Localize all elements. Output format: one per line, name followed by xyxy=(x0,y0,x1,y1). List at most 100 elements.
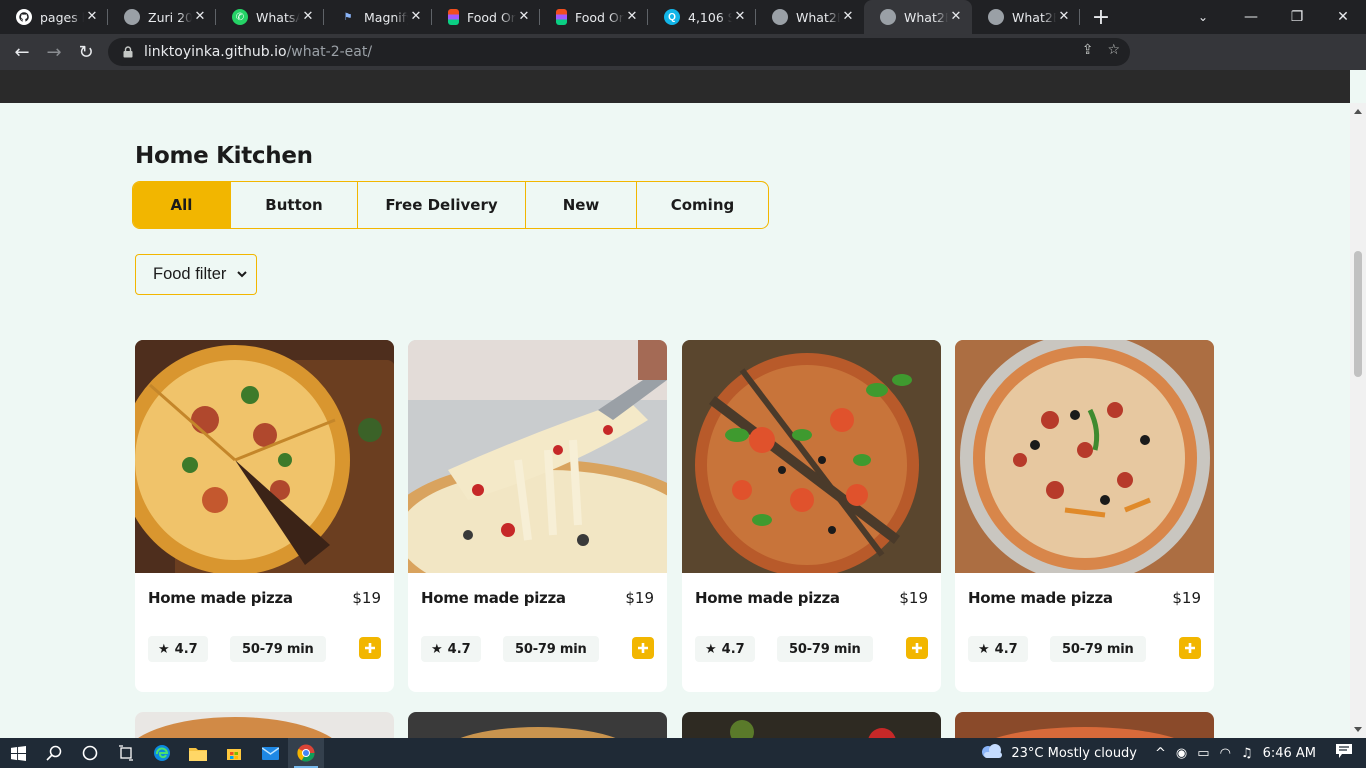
star-icon: ★ xyxy=(978,641,990,657)
new-tab-button[interactable]: + xyxy=(1086,0,1116,34)
search-icon[interactable] xyxy=(36,738,72,768)
mail-icon[interactable] xyxy=(252,738,288,768)
browser-tab[interactable]: ⚑ Magnify ✕ xyxy=(324,0,432,34)
forward-arrow-icon[interactable]: → xyxy=(38,36,70,68)
food-card[interactable]: Home made pizza $19 ★ 4.7 50-79 min xyxy=(682,340,941,692)
add-to-cart-button[interactable] xyxy=(359,637,381,659)
windows-start-icon[interactable] xyxy=(0,738,36,768)
close-icon[interactable]: ✕ xyxy=(408,9,424,25)
figma-icon xyxy=(556,9,567,25)
page-viewport: Home Kitchen All Button Free Delivery Ne… xyxy=(0,70,1350,738)
rating-value: 4.7 xyxy=(721,641,745,657)
close-icon[interactable]: ✕ xyxy=(624,9,640,25)
cortana-icon[interactable] xyxy=(72,738,108,768)
browser-tab-active[interactable]: What2Eat ✕ xyxy=(864,0,972,34)
github-icon xyxy=(16,9,32,25)
tab-title: pages built xyxy=(40,9,84,25)
add-to-cart-button[interactable] xyxy=(1179,637,1201,659)
rating-value: 4.7 xyxy=(174,641,198,657)
pizza-image xyxy=(682,712,941,738)
edge-icon[interactable] xyxy=(144,738,180,768)
food-card[interactable]: Home made pizza $19 ★ 4.7 50-79 min xyxy=(955,340,1214,692)
food-card[interactable] xyxy=(408,712,667,738)
food-name: Home made pizza xyxy=(421,589,566,607)
bookmark-star-icon[interactable]: ☆ xyxy=(1107,42,1120,58)
filter-tab-coming[interactable]: Coming xyxy=(637,182,768,228)
close-icon[interactable]: ✕ xyxy=(840,9,856,25)
food-card[interactable] xyxy=(955,712,1214,738)
filter-tab-button[interactable]: Button xyxy=(231,182,358,228)
browser-tab[interactable]: Food Order ✕ xyxy=(540,0,648,34)
chrome-icon[interactable] xyxy=(288,738,324,768)
close-icon[interactable]: ✕ xyxy=(300,9,316,25)
delivery-time-badge: 50-79 min xyxy=(777,636,873,662)
close-icon[interactable]: ✕ xyxy=(192,9,208,25)
close-icon[interactable]: ✕ xyxy=(948,9,964,25)
url-path: /what-2-eat/ xyxy=(286,44,373,60)
food-card[interactable] xyxy=(135,712,394,738)
address-bar[interactable]: linktoyinka.github.io/what-2-eat/ ⇪ ☆ xyxy=(108,38,1130,66)
task-view-icon[interactable] xyxy=(108,738,144,768)
browser-tab[interactable]: Zuri 2022 ✕ xyxy=(108,0,216,34)
food-filter-value: Food filter xyxy=(153,265,227,283)
food-card[interactable]: Home made pizza $19 ★ 4.7 50-79 min xyxy=(408,340,667,692)
window-controls: — ❐ ✕ xyxy=(1228,0,1366,34)
scroll-up-arrow-icon[interactable] xyxy=(1354,109,1362,114)
close-icon[interactable]: ✕ xyxy=(1056,9,1072,25)
browser-tab[interactable]: Food Order ✕ xyxy=(432,0,540,34)
plus-icon xyxy=(638,643,648,653)
pizza-image xyxy=(955,340,1214,583)
page-scrollbar[interactable] xyxy=(1350,103,1366,738)
store-icon[interactable] xyxy=(216,738,252,768)
pizza-image xyxy=(408,712,667,738)
browser-tab[interactable]: What2Eat ✕ xyxy=(756,0,864,34)
section-title: Home Kitchen xyxy=(135,143,313,169)
weather-text[interactable]: 23°C Mostly cloudy xyxy=(1011,746,1137,761)
reload-icon[interactable]: ↻ xyxy=(70,36,102,68)
filter-tab-all[interactable]: All xyxy=(133,182,231,228)
tab-search-icon[interactable]: ⌄ xyxy=(1188,0,1218,34)
browser-tab[interactable]: pages built ✕ xyxy=(0,0,108,34)
url-text: linktoyinka.github.io/what-2-eat/ xyxy=(144,44,372,60)
globe-icon xyxy=(988,9,1004,25)
clock-time[interactable]: 6:46 AM xyxy=(1263,746,1316,761)
browser-tab[interactable]: What2Eat ✕ xyxy=(972,0,1080,34)
food-filter-select[interactable]: Food filter xyxy=(135,254,257,295)
notification-icon[interactable] xyxy=(1336,744,1352,762)
filter-tab-free-delivery[interactable]: Free Delivery xyxy=(358,182,526,228)
close-icon[interactable]: ✕ xyxy=(84,9,100,25)
food-card[interactable]: Home made pizza $19 ★ 4.7 50-79 min xyxy=(135,340,394,692)
minimize-icon[interactable]: — xyxy=(1228,0,1274,34)
plus-icon xyxy=(912,643,922,653)
wifi-icon[interactable]: ◠ xyxy=(1220,746,1231,761)
browser-tab[interactable]: ✆ WhatsApp ✕ xyxy=(216,0,324,34)
food-card[interactable] xyxy=(682,712,941,738)
close-icon[interactable]: ✕ xyxy=(516,9,532,25)
battery-icon[interactable]: ▭ xyxy=(1197,746,1209,761)
pizza-image xyxy=(135,340,394,580)
filter-tab-new[interactable]: New xyxy=(526,182,637,228)
pizza-image xyxy=(135,712,394,738)
restore-icon[interactable]: ❐ xyxy=(1274,0,1320,34)
back-arrow-icon[interactable]: ← xyxy=(6,36,38,68)
lock-icon[interactable] xyxy=(120,44,136,60)
add-to-cart-button[interactable] xyxy=(632,637,654,659)
file-explorer-icon[interactable] xyxy=(180,738,216,768)
close-window-icon[interactable]: ✕ xyxy=(1320,0,1366,34)
browser-tab[interactable]: Q 4,106 Search ✕ xyxy=(648,0,756,34)
star-icon: ★ xyxy=(431,641,443,657)
meet-now-icon[interactable]: ◉ xyxy=(1176,746,1187,761)
add-to-cart-button[interactable] xyxy=(906,637,928,659)
tab-title: What2Eat xyxy=(904,9,948,25)
chevron-up-icon[interactable]: ^ xyxy=(1155,746,1166,761)
figma-icon xyxy=(448,9,459,25)
volume-icon[interactable]: ♫ xyxy=(1241,746,1253,761)
scroll-down-arrow-icon[interactable] xyxy=(1354,727,1362,732)
food-price: $19 xyxy=(352,589,381,607)
site-header xyxy=(0,70,1350,103)
share-icon[interactable]: ⇪ xyxy=(1082,42,1094,58)
scrollbar-thumb[interactable] xyxy=(1354,251,1362,377)
close-icon[interactable]: ✕ xyxy=(732,9,748,25)
tab-title: Food Order xyxy=(467,9,516,25)
browser-tab-strip: pages built ✕ Zuri 2022 ✕ ✆ WhatsApp ✕ ⚑… xyxy=(0,0,1366,34)
